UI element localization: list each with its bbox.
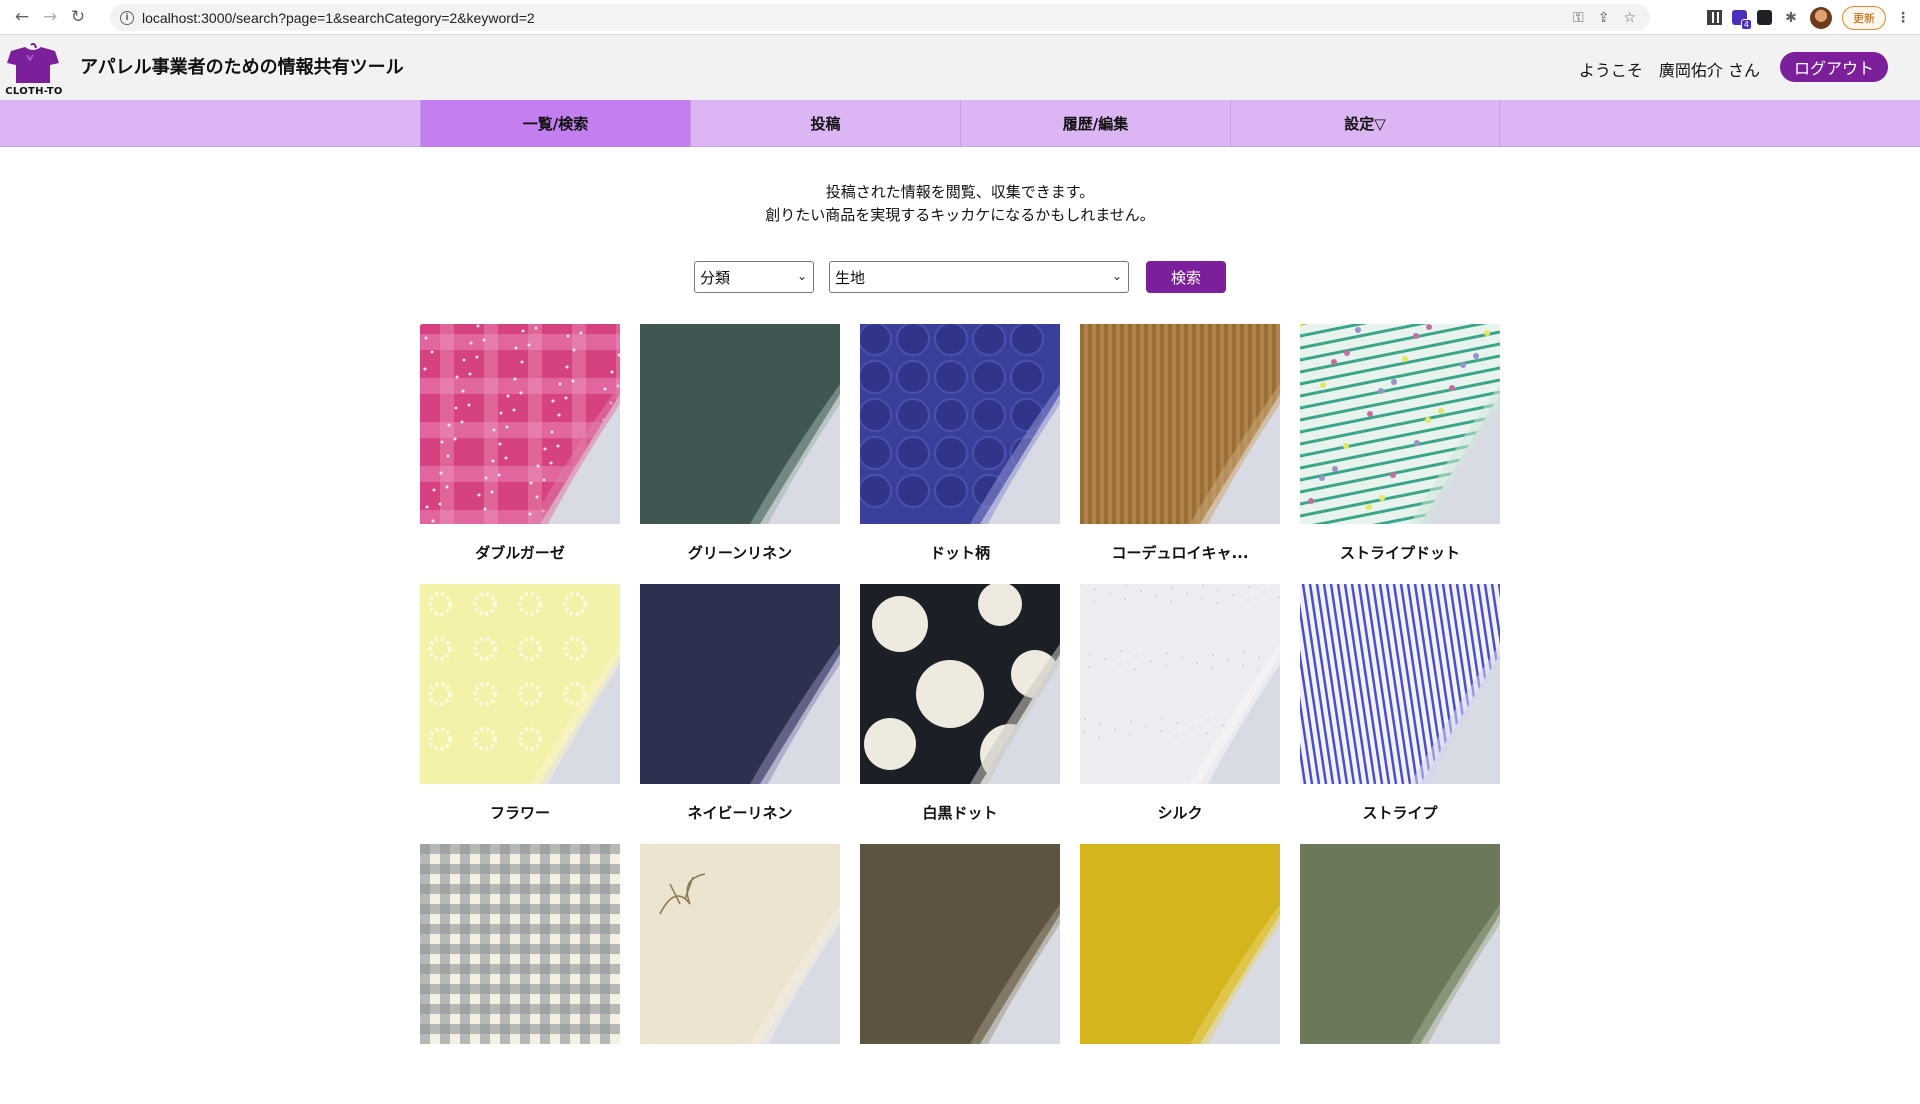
address-bar[interactable]: i localhost:3000/search?page=1&searchCat… xyxy=(110,4,1650,31)
item-label[interactable]: コーデュロイキャ... xyxy=(1080,524,1280,584)
fabric-image[interactable] xyxy=(1080,844,1280,1044)
extension-badge-icon[interactable]: 4 xyxy=(1732,10,1752,30)
logo[interactable]: CLOTH-TO xyxy=(2,37,64,97)
item-label[interactable]: 白黒ドット xyxy=(860,784,1060,844)
item-card[interactable] xyxy=(860,844,1060,1104)
item-card[interactable]: グリーンリネン xyxy=(640,324,840,584)
tab-list-search[interactable]: 一覧/検索 xyxy=(420,100,690,147)
keyword-select[interactable]: 生地 ⌄ xyxy=(829,261,1129,293)
item-label[interactable]: ネイビーリネン xyxy=(640,784,840,844)
puzzle-extensions-icon[interactable]: ✱ xyxy=(1782,9,1800,27)
item-card[interactable] xyxy=(1300,844,1500,1104)
url-text[interactable]: localhost:3000/search?page=1&searchCateg… xyxy=(142,10,535,26)
item-label[interactable]: フラワー xyxy=(420,784,620,844)
search-form: 分類 ⌄ 生地 ⌄ 検索 xyxy=(0,261,1920,293)
fabric-image[interactable] xyxy=(640,844,840,1044)
profile-avatar[interactable] xyxy=(1810,6,1832,29)
tab-settings[interactable]: 設定▽ xyxy=(1230,100,1500,147)
logo-text: CLOTH-TO xyxy=(5,86,63,97)
item-card[interactable]: ダブルガーゼ xyxy=(420,324,620,584)
item-label[interactable]: ドット柄 xyxy=(860,524,1060,584)
extension-badge-count: 4 xyxy=(1740,19,1752,30)
fabric-image[interactable] xyxy=(420,324,620,524)
item-card[interactable]: ドット柄 xyxy=(860,324,1060,584)
main-nav: 一覧/検索 投稿 履歴/編集 設定▽ xyxy=(0,100,1920,147)
tab-history-edit[interactable]: 履歴/編集 xyxy=(960,100,1230,147)
key-icon[interactable]: ⚿ xyxy=(1573,10,1584,26)
qr-code-extension-icon[interactable] xyxy=(1707,10,1722,25)
fabric-image[interactable] xyxy=(1080,324,1280,524)
keyword-select-value: 生地 xyxy=(835,268,866,287)
fabric-image[interactable] xyxy=(860,844,1060,1044)
fabric-image[interactable] xyxy=(860,584,1060,784)
fabric-image[interactable] xyxy=(1300,324,1500,524)
site-info-icon[interactable]: i xyxy=(120,10,134,25)
fabric-image[interactable] xyxy=(860,324,1060,524)
item-card[interactable]: フラワー xyxy=(420,584,620,844)
item-label[interactable]: ストライプ xyxy=(1300,784,1500,844)
update-button[interactable]: 更新 xyxy=(1842,5,1886,30)
welcome-label: ようこそ xyxy=(1578,61,1643,80)
item-label[interactable] xyxy=(1300,1044,1500,1104)
item-card[interactable] xyxy=(1080,844,1280,1104)
item-grid: ダブルガーゼ グリーンリネン ドット柄 コーデュロイキャ... ストライプドットフラワー… xyxy=(420,324,1500,1104)
fabric-image[interactable] xyxy=(640,324,840,524)
item-card[interactable]: 白黒ドット xyxy=(860,584,1060,844)
item-card[interactable] xyxy=(420,844,620,1104)
item-card[interactable]: コーデュロイキャ... xyxy=(1080,324,1280,584)
forward-icon[interactable]: → xyxy=(36,3,64,31)
item-label[interactable] xyxy=(420,1044,620,1104)
item-card[interactable]: シルク xyxy=(1080,584,1280,844)
fabric-image[interactable] xyxy=(1300,584,1500,784)
bookmark-star-icon[interactable]: ☆ xyxy=(1623,10,1636,26)
item-card[interactable]: ネイビーリネン xyxy=(640,584,840,844)
item-card[interactable]: ストライプドット xyxy=(1300,324,1500,584)
fabric-image[interactable] xyxy=(420,584,620,784)
item-label[interactable] xyxy=(860,1044,1060,1104)
welcome-message: ようこそ 廣岡佑介 さん xyxy=(1579,57,1760,81)
search-button[interactable]: 検索 xyxy=(1146,261,1226,293)
category-select[interactable]: 分類 ⌄ xyxy=(694,261,814,293)
intro-line-1: 投稿された情報を閲覧、収集できます。 xyxy=(825,183,1095,201)
chevron-down-icon: ⌄ xyxy=(796,269,807,283)
item-card[interactable]: ストライプ xyxy=(1300,584,1500,844)
username: 廣岡佑介 さん xyxy=(1658,61,1760,80)
intro-line-2: 創りたい商品を実現するキッカケになるかもしれません。 xyxy=(765,206,1155,224)
intro-text: 投稿された情報を閲覧、収集できます。 創りたい商品を実現するキッカケになるかもし… xyxy=(0,181,1920,227)
fabric-image[interactable] xyxy=(640,584,840,784)
item-label[interactable] xyxy=(640,1044,840,1104)
item-label[interactable]: シルク xyxy=(1080,784,1280,844)
site-header: CLOTH-TO アパレル事業者のための情報共有ツール ようこそ 廣岡佑介 さん … xyxy=(0,35,1920,100)
category-select-value: 分類 xyxy=(700,268,731,287)
shirt-logo-icon xyxy=(7,43,59,83)
send-extension-icon[interactable] xyxy=(1757,10,1772,25)
tab-post[interactable]: 投稿 xyxy=(690,100,960,147)
item-label[interactable]: ダブルガーゼ xyxy=(420,524,620,584)
share-icon[interactable]: ⇪ xyxy=(1598,10,1610,26)
item-label[interactable]: ストライプドット xyxy=(1300,524,1500,584)
back-icon[interactable]: ← xyxy=(8,3,36,31)
fabric-image[interactable] xyxy=(1080,584,1280,784)
item-label[interactable]: グリーンリネン xyxy=(640,524,840,584)
item-card[interactable] xyxy=(640,844,840,1104)
site-title: アパレル事業者のための情報共有ツール xyxy=(80,57,404,78)
more-menu-icon[interactable]: ⋮ xyxy=(1896,10,1910,26)
reload-icon[interactable]: ↻ xyxy=(64,3,92,31)
chevron-down-icon: ⌄ xyxy=(1111,269,1122,283)
browser-toolbar: ← → ↻ i localhost:3000/search?page=1&sea… xyxy=(0,0,1920,35)
logout-button[interactable]: ログアウト xyxy=(1779,52,1888,82)
item-label[interactable] xyxy=(1080,1044,1280,1104)
fabric-image[interactable] xyxy=(1300,844,1500,1044)
fabric-image[interactable] xyxy=(420,844,620,1044)
